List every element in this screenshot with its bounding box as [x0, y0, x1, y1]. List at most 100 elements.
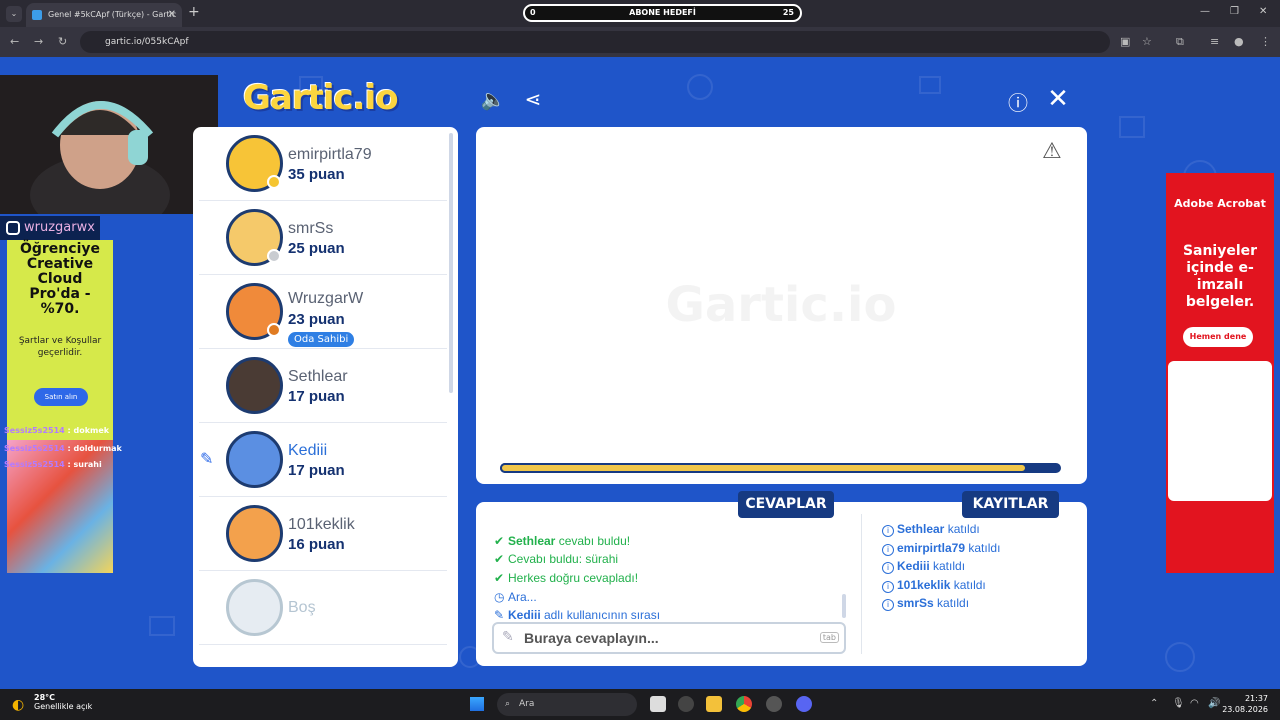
drawing-pencil-icon: ✎: [200, 449, 214, 468]
player-row[interactable]: ✎ Kediii 17 puan: [199, 423, 447, 497]
tab-answers[interactable]: CEVAPLAR: [738, 491, 834, 518]
log-text: katıldı: [944, 522, 980, 536]
tab-list-button[interactable]: ⌄: [6, 6, 22, 22]
browser-tab-bar: ⌄ Genel #5kCApf (Türkçe) - Gartic ✕ + 0 …: [0, 0, 1280, 27]
chat-panel: ✔ Sethlear cevabı buldu! ✔ Cevabı buldu: sü…: [476, 502, 1087, 666]
goal-target: 25: [782, 8, 794, 17]
info-icon[interactable]: ⓘ: [1005, 87, 1031, 115]
weather-icon: ◐: [12, 697, 25, 713]
ad-left-button[interactable]: Satın alın: [34, 388, 88, 406]
log-text: katıldı: [933, 596, 970, 610]
subscriber-goal-bar: 0 ABONE HEDEFİ 25: [523, 4, 802, 22]
ad-right-brand: Adobe Acrobat: [1174, 197, 1266, 210]
players-scrollbar[interactable]: [449, 133, 453, 393]
bookmark-star-icon[interactable]: ☆: [1142, 35, 1152, 48]
menu-icon[interactable]: ⋮: [1260, 35, 1271, 48]
cast-icon[interactable]: ▣: [1120, 35, 1130, 48]
webcam-image: [0, 75, 218, 235]
weather-widget[interactable]: 28°C Genellikle açık: [34, 693, 92, 711]
answers-scrollbar[interactable]: [842, 594, 846, 618]
player-score: 17 puan: [288, 388, 345, 405]
extensions-icon[interactable]: ⧉: [1176, 35, 1184, 49]
canvas-watermark: Gartic.io: [665, 277, 897, 333]
answer-text: cevabı buldu!: [555, 534, 631, 548]
clock-time: 21:37: [1244, 694, 1268, 703]
answer-line: ✔ Herkes doğru cevapladı!: [494, 571, 638, 585]
task-view-icon[interactable]: [650, 696, 666, 712]
profile-avatar[interactable]: ●: [1234, 35, 1244, 48]
player-avatar: [226, 505, 283, 562]
room-owner-badge: Oda Sahibi: [288, 332, 355, 347]
player-name: Sethlear: [288, 368, 348, 385]
player-row[interactable]: WruzgarW 23 puan Oda Sahibi: [199, 275, 447, 349]
answer-line: ✎ Kediii adlı kullanıcının sırası: [494, 608, 660, 622]
player-name: smrSs: [288, 220, 334, 237]
stream-chat-line: Sessiz5s2514 : dokmek: [4, 426, 110, 435]
reading-list-icon[interactable]: ≡: [1210, 35, 1219, 48]
clock[interactable]: 21:37 23.08.2026: [1222, 693, 1268, 715]
obs-icon[interactable]: [766, 696, 782, 712]
file-explorer-icon[interactable]: [706, 696, 722, 712]
app-icon[interactable]: [678, 696, 694, 712]
player-row[interactable]: Boş: [199, 571, 447, 645]
volume-icon[interactable]: 🔊: [1208, 698, 1220, 709]
tab-logs[interactable]: KAYITLAR: [962, 491, 1059, 518]
close-icon[interactable]: ✕: [1045, 84, 1071, 114]
log-user: smrSs: [897, 596, 934, 610]
log-line: i Kediii katıldı: [882, 559, 965, 574]
check-icon: ✔: [494, 534, 505, 548]
answer-user: Sethlear: [508, 534, 556, 548]
player-name: emirpirtla79: [288, 146, 372, 163]
minimize-icon[interactable]: —: [1200, 6, 1210, 17]
windows-taskbar: ◐ 28°C Genellikle açık ⌕ Ara ⌃ 🎙 ◠ 🔊 21:…: [0, 689, 1280, 720]
log-user: 101keklik: [897, 577, 951, 592]
ad-right-button[interactable]: Hemen dene: [1183, 327, 1253, 347]
instagram-handle-badge: wruzgarwx: [0, 216, 100, 240]
answer-line: ✔ Cevabı buldu: sürahi: [494, 552, 618, 566]
player-row[interactable]: emirpirtla79 35 puan: [199, 127, 447, 201]
ad-right-acrobat[interactable]: Adobe Acrobat Saniyeler içinde e-imzalı …: [1166, 173, 1274, 573]
sound-icon[interactable]: 🔈: [480, 87, 506, 113]
forward-icon[interactable]: →: [34, 35, 43, 48]
reload-icon[interactable]: ↻: [58, 35, 67, 48]
chrome-icon[interactable]: [736, 696, 752, 712]
close-window-icon[interactable]: ✕: [1259, 6, 1267, 17]
maximize-icon[interactable]: ❐: [1230, 6, 1239, 17]
player-score: 25 puan: [288, 240, 345, 257]
answer-input-box[interactable]: ✎ tab: [492, 622, 846, 654]
tray-chevron-icon[interactable]: ⌃: [1150, 698, 1158, 709]
new-tab-button[interactable]: +: [188, 4, 200, 20]
webcam-overlay: [0, 75, 218, 235]
info-circle-icon: i: [882, 543, 894, 556]
player-name: Boş: [288, 599, 316, 616]
player-row[interactable]: Sethlear 17 puan: [199, 349, 447, 423]
report-warning-icon[interactable]: ⚠: [1042, 139, 1062, 164]
ad-left-creative-cloud[interactable]: Öğrenciye Creative Cloud Pro'da - %70. Ş…: [7, 240, 113, 573]
player-row[interactable]: smrSs 25 puan: [199, 201, 447, 275]
share-icon[interactable]: ⋖: [520, 87, 546, 113]
ad-left-headline: Öğrenciye Creative Cloud Pro'da - %70.: [19, 241, 100, 317]
gartic-logo[interactable]: Gartic.io: [243, 78, 399, 118]
close-tab-icon[interactable]: ✕: [168, 3, 176, 27]
start-button[interactable]: [470, 697, 484, 711]
answer-text: Ara...: [508, 590, 537, 604]
goal-current: 0: [530, 8, 536, 17]
player-row[interactable]: 101keklik 16 puan: [199, 497, 447, 571]
wifi-icon[interactable]: ◠: [1190, 698, 1199, 709]
log-text: katıldı: [965, 540, 1001, 555]
taskbar-search[interactable]: ⌕ Ara: [497, 693, 637, 716]
panel-divider: [861, 514, 862, 654]
answer-input[interactable]: [524, 628, 804, 648]
weather-desc: Genellikle açık: [34, 702, 93, 711]
instagram-icon: [6, 221, 20, 235]
player-score: 35 puan: [288, 166, 345, 183]
mic-icon[interactable]: 🎙: [1172, 698, 1185, 709]
back-icon[interactable]: ←: [10, 35, 19, 48]
timer-fill: [500, 463, 1028, 473]
drawing-canvas[interactable]: Gartic.io ⚠: [476, 127, 1087, 484]
url-field[interactable]: gartic.io/055kCApf: [80, 31, 1110, 53]
answer-text: Cevabı buldu: sürahi: [508, 552, 619, 566]
discord-icon[interactable]: [796, 696, 812, 712]
browser-tab[interactable]: Genel #5kCApf (Türkçe) - Gartic ✕: [26, 3, 182, 27]
check-icon: ✔: [494, 552, 505, 566]
